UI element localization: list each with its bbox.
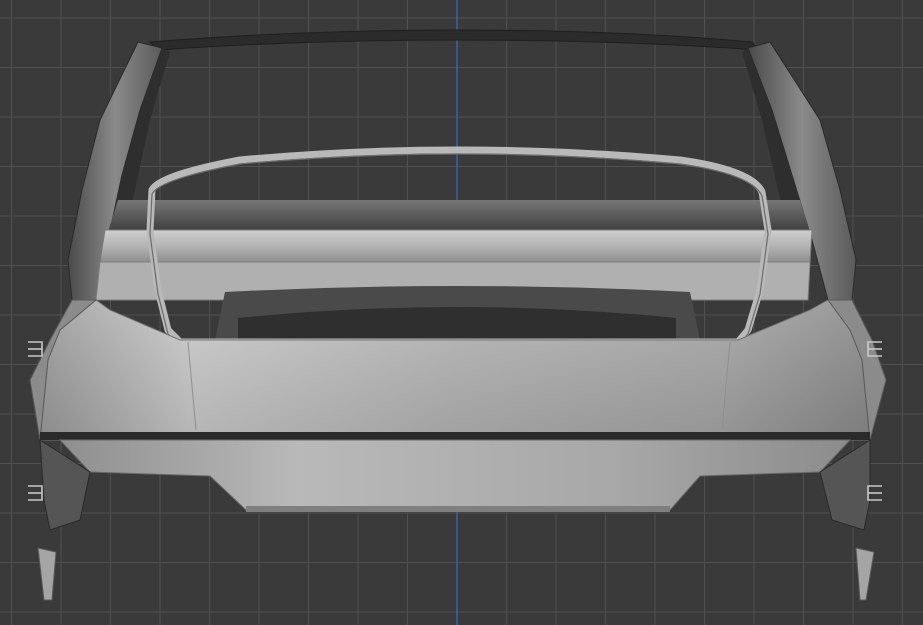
rear-deck-dark-band (108, 200, 810, 232)
parcel-shelf (99, 229, 813, 263)
left-lower-fender-tip (37, 547, 57, 601)
left-mount-bracket-lower (28, 485, 43, 501)
left-mount-bracket-upper (28, 341, 43, 357)
right-lower-fender-tip (855, 547, 875, 601)
rear-bumper-lower-edge (246, 506, 670, 512)
bumper-crease-line (40, 432, 870, 440)
3d-viewport[interactable] (0, 0, 923, 625)
rear-window-frame-outer (148, 29, 760, 51)
viewport-scene[interactable] (0, 0, 923, 625)
rear-bumper-lower (58, 439, 852, 511)
